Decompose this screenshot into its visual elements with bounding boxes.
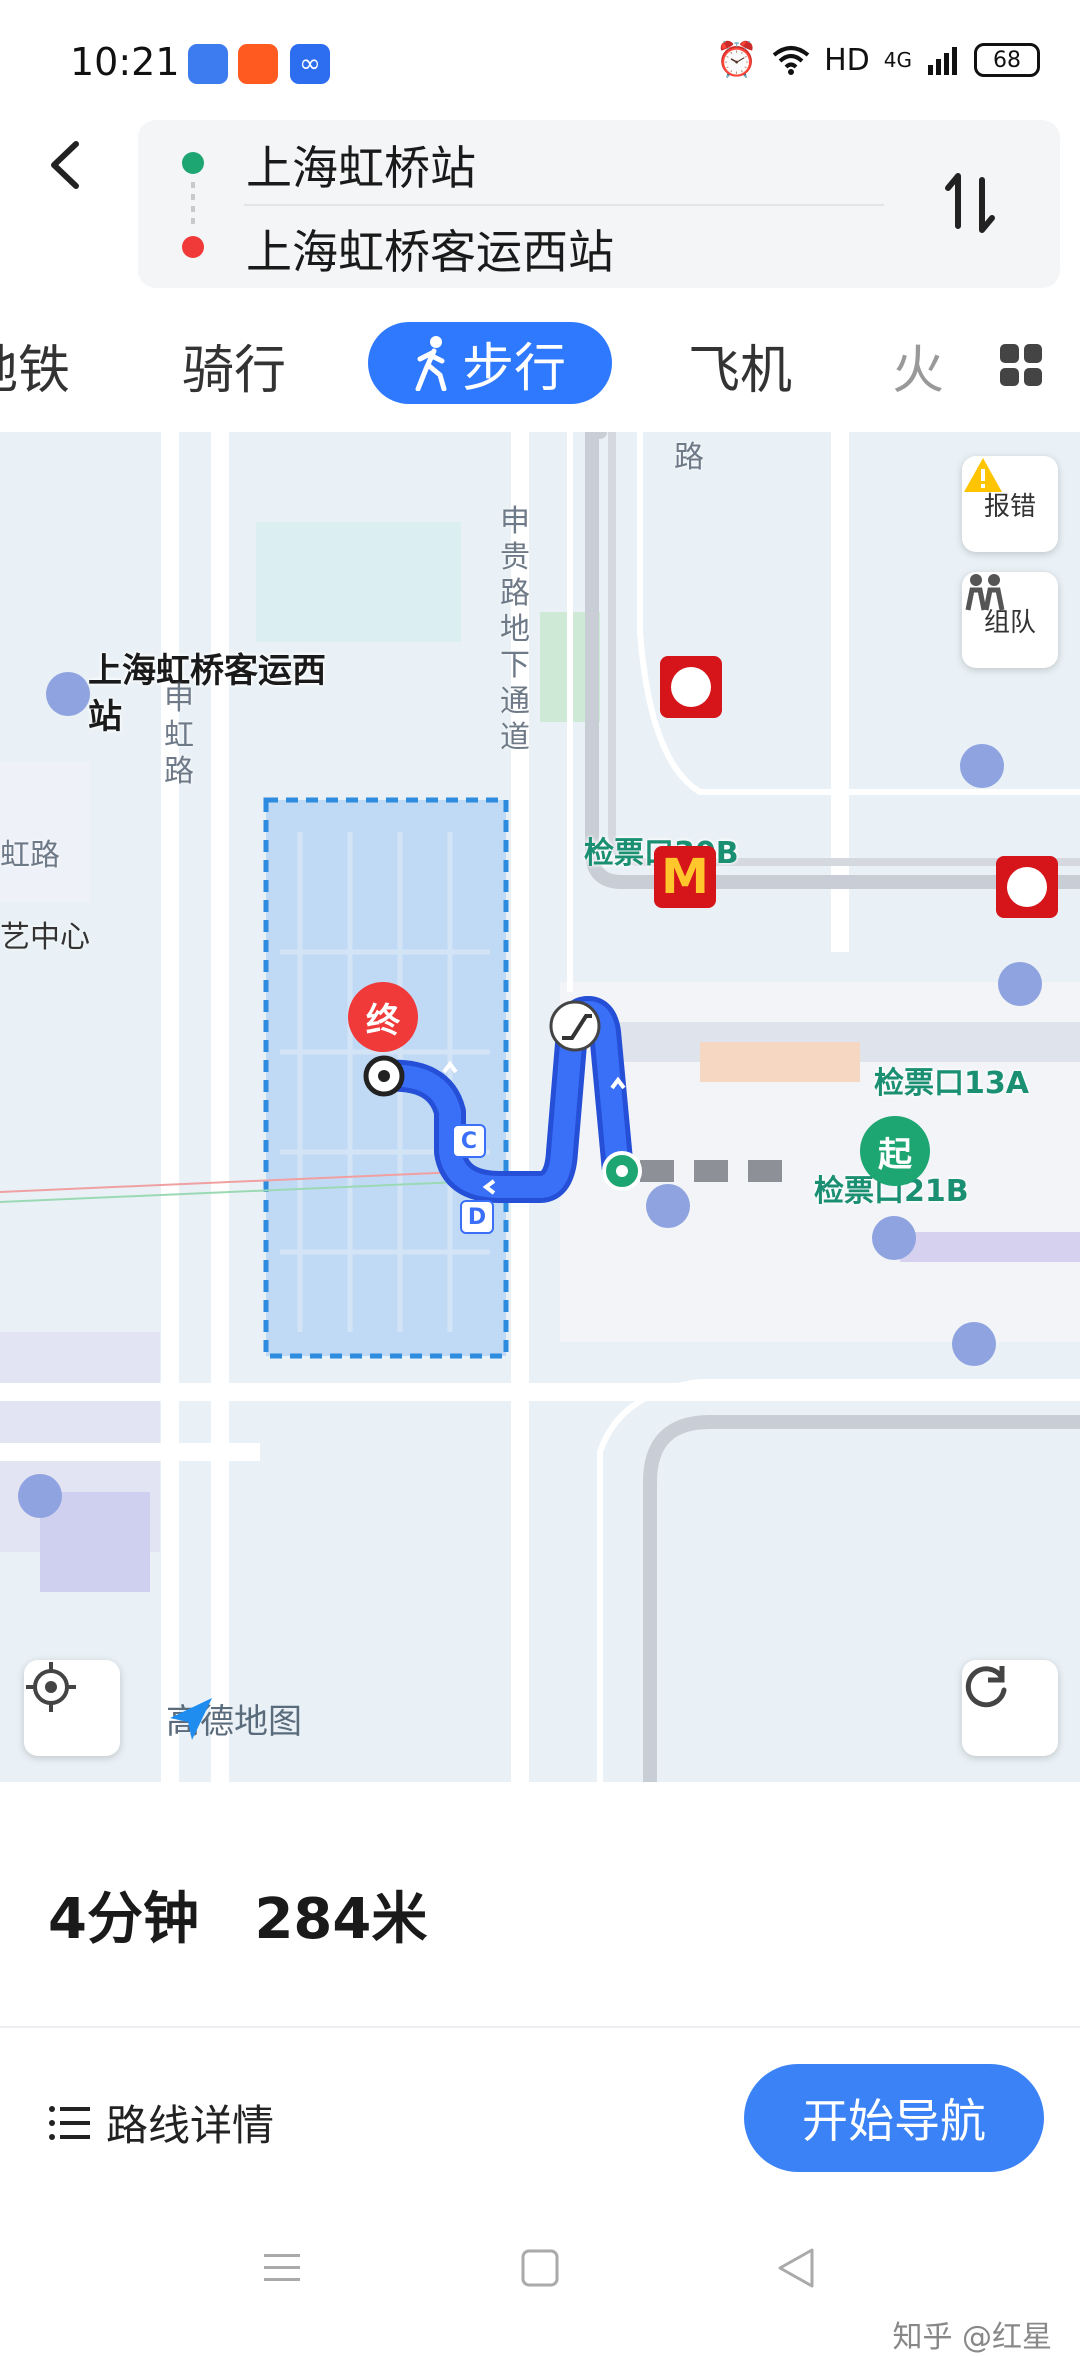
menu-nav-icon[interactable] <box>262 2250 302 2286</box>
destination-field[interactable]: 上海虹桥客运西站 <box>246 216 614 282</box>
refresh-button[interactable] <box>962 1660 1058 1756</box>
infinity-notification-icon: ∞ <box>290 44 330 84</box>
watermark-text: 知乎 @红星 <box>892 2320 1052 2355</box>
battery-icon: 68 <box>974 43 1040 77</box>
walking-icon <box>415 336 447 391</box>
tab-walking[interactable]: 步行 <box>368 322 612 404</box>
road-label-lu: 路 <box>674 440 704 475</box>
tab-train[interactable]: 火 <box>892 328 944 403</box>
group-icon <box>965 574 1005 611</box>
signal-icon <box>928 47 957 75</box>
more-modes-icon[interactable] <box>1000 344 1042 386</box>
home-nav-icon[interactable] <box>520 2248 560 2288</box>
tab-cycling[interactable]: 骑行 <box>182 328 286 403</box>
transport-mode-tabs: 地铁 骑行 步行 飞机 火 <box>0 308 1080 428</box>
route-connector <box>191 182 195 224</box>
swap-icon[interactable] <box>940 168 1000 238</box>
back-arrow-icon[interactable] <box>40 138 94 192</box>
destination-pin[interactable]: 终 <box>348 982 418 1052</box>
battery-level: 68 <box>993 47 1021 73</box>
locate-icon <box>26 1662 76 1712</box>
back-nav-icon[interactable] <box>776 2246 816 2290</box>
road-label-zhonghong: 申虹路 <box>164 682 194 789</box>
status-bar: 10:21 ∞ ⏰ HD 4G 68 <box>0 0 1080 130</box>
route-divider <box>244 204 884 206</box>
road-label-hong: 虹路 <box>0 838 60 873</box>
map-canvas <box>0 432 1080 1782</box>
list-icon <box>49 2105 90 2140</box>
road-label-shengui: 申贵路地下通道 <box>500 504 530 755</box>
origin-dot-icon <box>182 152 204 174</box>
amap-arrow-icon <box>170 1698 212 1740</box>
start-navigation-button[interactable]: 开始导航 <box>744 2064 1044 2172</box>
distance-text: 284米 <box>254 1887 428 1952</box>
taobao-notification-icon <box>238 44 278 84</box>
duration-text: 4分钟 <box>48 1887 199 1952</box>
report-error-button[interactable]: 报错 <box>962 456 1058 552</box>
app-notification-icon <box>188 44 228 84</box>
tab-flight[interactable]: 飞机 <box>688 328 792 403</box>
route-details-label: 路线详情 <box>106 2101 275 2150</box>
destination-dot-icon <box>182 236 204 258</box>
tab-subway[interactable]: 地铁 <box>0 328 70 403</box>
signal-type: 4G <box>883 48 912 72</box>
amap-logo: 高德地图 <box>166 1694 302 1743</box>
route-details-button[interactable]: 路线详情 <box>48 2092 274 2153</box>
map-view[interactable]: 上海虹桥客运西站 申虹路 申贵路地下通道 虹路 艺中心 路 检票口13A 检票口… <box>0 432 1080 1782</box>
network-type: HD <box>824 42 870 78</box>
status-time: 10:21 <box>70 40 180 84</box>
kfc-poi-icon[interactable] <box>660 656 722 718</box>
exit-c-badge: C <box>452 1124 486 1158</box>
destination-map-label: 上海虹桥客运西站 <box>88 651 326 737</box>
warning-icon <box>964 458 1002 492</box>
locate-button[interactable] <box>24 1660 120 1756</box>
origin-pin[interactable]: 起 <box>860 1116 930 1186</box>
exit-d-badge: D <box>460 1200 494 1234</box>
route-summary: 4分钟 284米 <box>48 1874 463 1955</box>
refresh-icon <box>965 1666 1007 1708</box>
art-center-label: 艺中心 <box>0 920 90 955</box>
mcdonalds-poi-icon[interactable]: M <box>654 846 716 908</box>
alarm-icon: ⏰ <box>715 40 759 80</box>
kfc-poi-icon-2[interactable] <box>996 856 1058 918</box>
status-indicators: ⏰ HD 4G 68 <box>716 40 1040 80</box>
group-button[interactable]: 组队 <box>962 572 1058 668</box>
sheet-divider <box>0 2026 1080 2028</box>
origin-field[interactable]: 上海虹桥站 <box>246 132 476 198</box>
tab-walking-label: 步行 <box>461 338 566 399</box>
wifi-icon <box>772 46 810 75</box>
gate-13a-label: 检票口13A <box>874 1066 1029 1101</box>
